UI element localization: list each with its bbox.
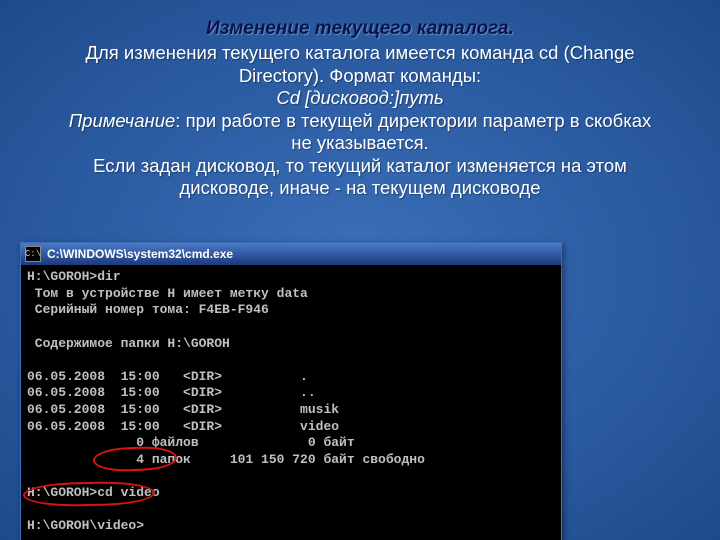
- slide-title: Изменение текущего каталога.: [28, 18, 692, 40]
- cmd-titlebar[interactable]: C:\ C:\WINDOWS\system32\cmd.exe: [21, 243, 561, 265]
- cmd-line: H:\GOROH\video>: [27, 518, 144, 533]
- cmd-line: Содержимое папки H:\GOROH: [27, 336, 230, 351]
- cmd-line: 0 файлов 0 байт: [27, 435, 355, 450]
- body-line-2: Cd [дисковод:]путь: [276, 87, 443, 108]
- body-line-4a: Если задан дисковод, то текущий каталог …: [93, 155, 627, 176]
- cmd-line: H:\GOROH>dir: [27, 269, 121, 284]
- cmd-line: 4 папок 101 150 720 байт свободно: [27, 452, 425, 467]
- cmd-line: 06.05.2008 15:00 <DIR> ..: [27, 385, 316, 400]
- slide-body: Для изменения текущего каталога имеется …: [28, 42, 692, 200]
- cmd-icon: C:\: [25, 246, 41, 262]
- body-line-3b: не указывается.: [291, 132, 429, 153]
- cmd-title-text: C:\WINDOWS\system32\cmd.exe: [47, 247, 233, 261]
- body-line-4b: дисководе, иначе - на текущем дисководе: [179, 177, 540, 198]
- body-line-1a: Для изменения текущего каталога имеется …: [85, 42, 634, 63]
- cmd-line: Том в устройстве H имеет метку data: [27, 286, 308, 301]
- cmd-line: 06.05.2008 15:00 <DIR> video: [27, 419, 339, 434]
- cmd-line: Серийный номер тома: F4EB-F946: [27, 302, 269, 317]
- cmd-line: 06.05.2008 15:00 <DIR> .: [27, 369, 308, 384]
- slide: Изменение текущего каталога. Для изменен…: [0, 0, 720, 540]
- cmd-window: C:\ C:\WINDOWS\system32\cmd.exe H:\GOROH…: [20, 242, 562, 540]
- body-line-3a: Примечание: при работе в текущей директо…: [69, 110, 652, 131]
- cmd-body[interactable]: H:\GOROH>dir Том в устройстве H имеет ме…: [21, 265, 561, 540]
- body-line-1b: Directory). Формат команды:: [239, 65, 481, 86]
- cmd-line: H:\GOROH>cd video: [27, 485, 160, 500]
- cmd-line: 06.05.2008 15:00 <DIR> musik: [27, 402, 339, 417]
